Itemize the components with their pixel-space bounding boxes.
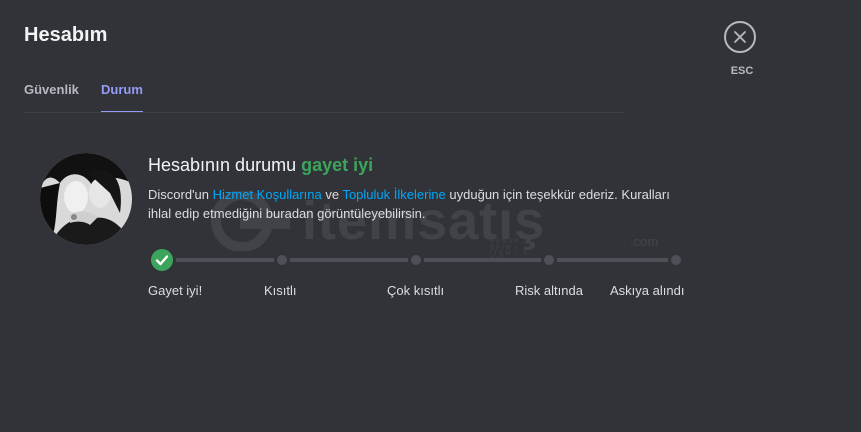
desc-text-2: ve — [321, 187, 343, 202]
terms-of-service-link[interactable]: Hizmet Koşullarına — [213, 187, 322, 202]
step-label-limited: Kısıtlı — [264, 283, 297, 298]
esc-label: ESC — [730, 65, 754, 77]
check-icon — [155, 255, 169, 266]
step-marker-at-risk — [541, 252, 557, 268]
step-marker-limited — [274, 252, 290, 268]
tab-divider — [24, 112, 624, 113]
status-prefix: Hesabının durumu — [148, 155, 302, 175]
desc-text-1: Discord'un — [148, 187, 213, 202]
watermark-domain: .com — [630, 234, 659, 249]
close-icon — [734, 31, 746, 43]
step-label-at-risk: Risk altında — [515, 283, 583, 298]
step-marker-very-limited — [408, 252, 424, 268]
step-label-very-limited: Çok kısıtlı — [387, 283, 445, 298]
status-value: gayet iyi — [301, 155, 374, 175]
step-label-good: Gayet iyi! — [148, 283, 203, 298]
step-marker-suspended — [668, 252, 684, 268]
step-marker-good — [148, 246, 176, 274]
community-guidelines-link[interactable]: Topluluk İlkelerine — [342, 187, 445, 202]
tab-bar: Güvenlik Durum — [24, 82, 624, 113]
close-button[interactable] — [724, 21, 756, 53]
avatar-photo — [40, 153, 132, 245]
status-heading: Hesabının durumu gayet iyi — [148, 155, 373, 176]
avatar — [40, 153, 132, 245]
tab-security[interactable]: Güvenlik — [24, 82, 79, 109]
status-description: Discord'un Hizmet Koşullarına ve Toplulu… — [148, 185, 693, 223]
page-title: Hesabım — [24, 24, 108, 46]
tab-status[interactable]: Durum — [101, 82, 143, 109]
step-label-suspended: Askıya alındı — [610, 283, 685, 298]
